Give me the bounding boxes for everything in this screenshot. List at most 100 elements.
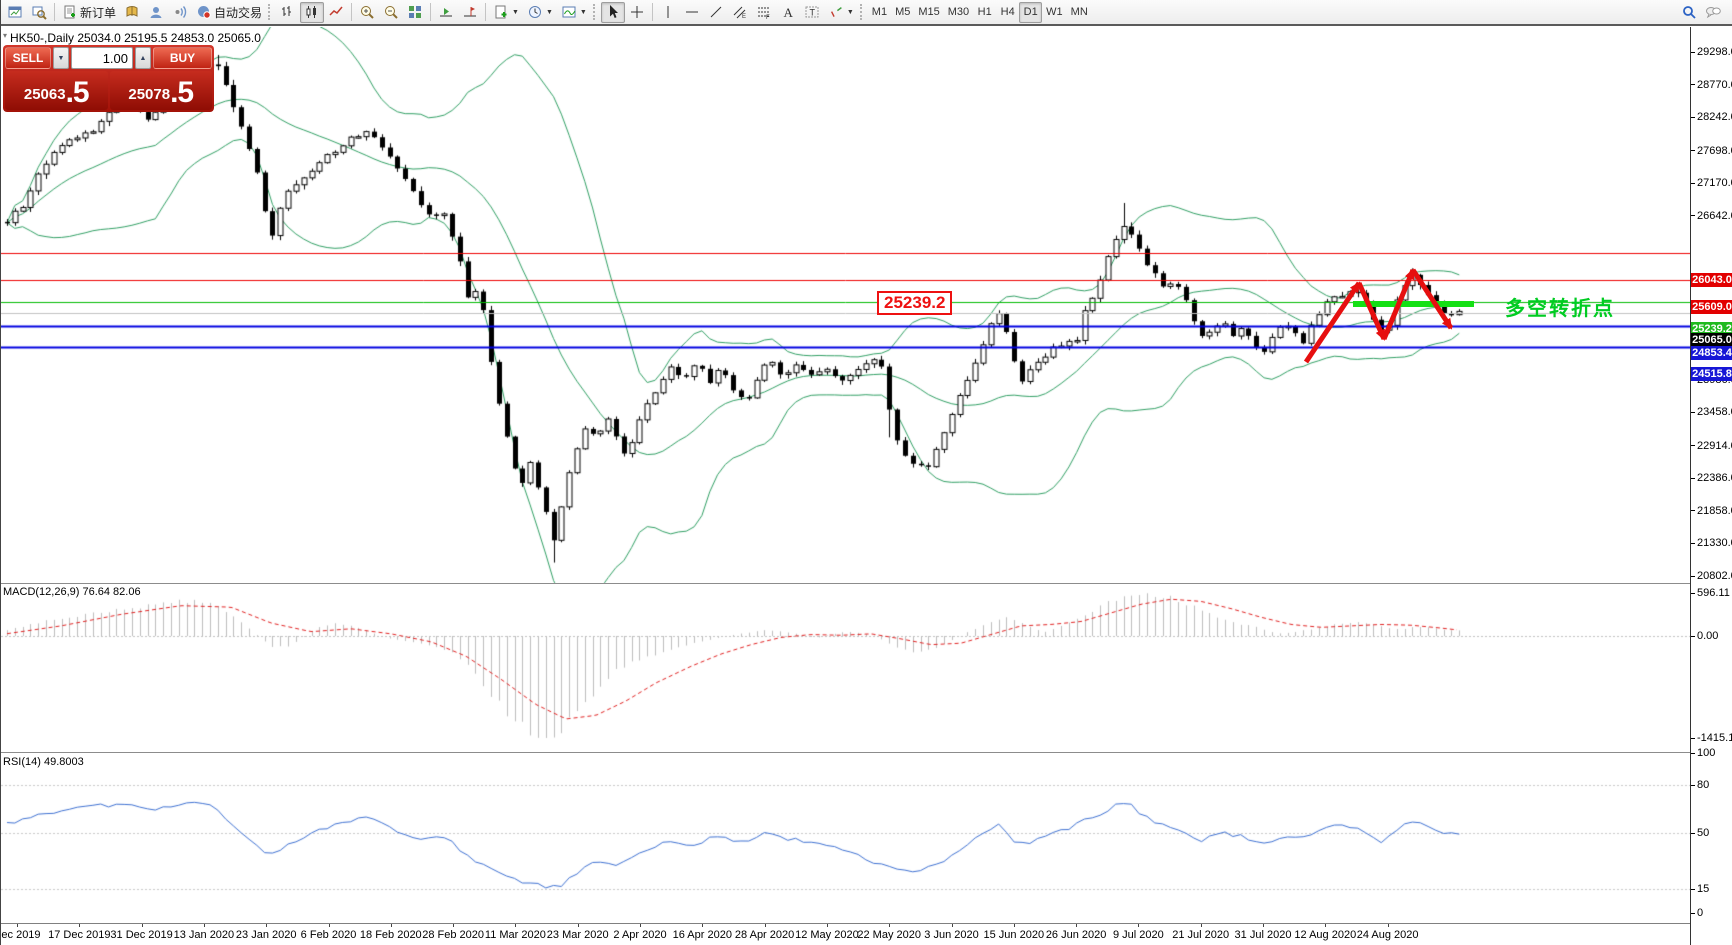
toolbar-button-cursor[interactable] bbox=[600, 1, 625, 23]
tile-icon bbox=[409, 6, 422, 18]
toolbar-grip[interactable] bbox=[268, 4, 272, 20]
date-label: 11 Mar 2020 bbox=[484, 929, 546, 941]
toolbar-separator bbox=[430, 3, 432, 21]
date-tick bbox=[577, 924, 579, 927]
date-tick bbox=[17, 924, 18, 927]
text-icon: A bbox=[783, 5, 793, 20]
toolbar-button-chat[interactable] bbox=[1701, 2, 1725, 23]
date-label: 15 Jun 2020 bbox=[983, 929, 1045, 941]
buy-price[interactable]: 25078.5 bbox=[109, 71, 212, 110]
date-label: 21 Jul 2020 bbox=[1172, 929, 1230, 941]
toolbar-button-trendline[interactable] bbox=[704, 2, 728, 23]
toolbar-button-zoom-out[interactable] bbox=[379, 2, 403, 23]
toolbar-button-crosshair[interactable] bbox=[625, 2, 649, 23]
timeframe-m30[interactable]: M30 bbox=[944, 2, 973, 23]
toolbar-button-community[interactable] bbox=[144, 2, 168, 23]
date-label: Dec 2019 bbox=[1, 929, 41, 941]
timeframe-m15[interactable]: M15 bbox=[914, 2, 943, 23]
date-label: 6 Feb 2020 bbox=[300, 929, 357, 941]
panel-divider-rsi[interactable] bbox=[1, 752, 1690, 754]
profiles-icon bbox=[32, 6, 47, 20]
history-icon bbox=[126, 6, 138, 17]
signals-icon bbox=[175, 6, 187, 18]
vline-icon bbox=[667, 6, 669, 18]
toolbar-button-autoscroll[interactable] bbox=[434, 2, 458, 23]
label-icon: T bbox=[805, 6, 819, 18]
toolbar-button-label[interactable]: T bbox=[800, 2, 824, 23]
price-level-callout[interactable]: 25239.2 bbox=[877, 291, 953, 315]
date-label: 23 Mar 2020 bbox=[546, 929, 609, 941]
toolbar-button-zoom-in[interactable] bbox=[355, 2, 379, 23]
red-zigzag-arrows[interactable] bbox=[1286, 250, 1471, 375]
axis-tick: 26642.0 bbox=[1691, 209, 1732, 223]
axis-tick: 596.11 bbox=[1691, 586, 1730, 600]
toolbar-button-profiles[interactable] bbox=[27, 2, 51, 23]
toolbar-button-indicators[interactable]: ▼ bbox=[557, 2, 591, 23]
buy-price-pips: .5 bbox=[170, 76, 194, 109]
axis-tick: 22386.0 bbox=[1691, 471, 1732, 485]
toolbar-button-hline[interactable] bbox=[680, 2, 704, 23]
sell-button[interactable]: SELL bbox=[5, 47, 51, 69]
timeframe-d1[interactable]: D1 bbox=[1019, 1, 1043, 23]
mt4-terminal: 新订单 自动交易 ▼ ▼ ▼ E F A T ▼ M1 M5 M15 M30 H1 H4 D1 W1 MN 2929… bbox=[0, 0, 1732, 945]
toolbar-button-tile[interactable] bbox=[403, 2, 427, 23]
toolbar-button-chart-shift[interactable] bbox=[458, 2, 482, 23]
date-label: 24 Aug 2020 bbox=[1356, 929, 1419, 941]
timeframe-m5[interactable]: M5 bbox=[891, 2, 914, 23]
timeframe-h4[interactable]: H4 bbox=[996, 2, 1019, 23]
toolbar-button-autotrading[interactable]: 自动交易 bbox=[192, 2, 266, 23]
svg-text:F: F bbox=[766, 15, 770, 20]
toolbar-button-period[interactable]: ▼ bbox=[523, 2, 557, 23]
timeframe-h1[interactable]: H1 bbox=[973, 2, 996, 23]
timeframe-mn[interactable]: MN bbox=[1067, 2, 1092, 23]
toolbar-button-search[interactable] bbox=[1677, 2, 1701, 23]
chart-ohlc-values: 25034.0 25195.5 24853.0 25065.0 bbox=[77, 31, 261, 45]
toolbar-separator bbox=[54, 3, 55, 21]
toolbar-button-bars[interactable] bbox=[276, 2, 300, 23]
chart-canvas[interactable] bbox=[1, 27, 1690, 923]
oneclick-collapse-icon[interactable]: ▾ bbox=[3, 31, 7, 40]
volume-down-button[interactable]: ▼ bbox=[53, 47, 69, 69]
axis-tick: 80 bbox=[1691, 778, 1709, 792]
chevron-down-icon: ▼ bbox=[512, 8, 519, 16]
date-tick bbox=[889, 924, 891, 927]
new-order-icon bbox=[64, 5, 75, 19]
date-tick bbox=[203, 924, 205, 927]
date-tick bbox=[702, 924, 704, 927]
toolbar-button-text[interactable]: A bbox=[776, 2, 800, 23]
toolbar-grip[interactable] bbox=[859, 4, 864, 20]
toolbar-button-template[interactable]: ▼ bbox=[489, 2, 523, 23]
toolbar-button-fibo[interactable]: F bbox=[752, 2, 776, 23]
zoom-in-icon bbox=[361, 6, 374, 19]
toolbar-grip[interactable] bbox=[592, 4, 597, 20]
chat-icon bbox=[1706, 7, 1721, 19]
annotation-text[interactable]: 多空转折点 bbox=[1505, 292, 1615, 321]
date-label: 31 Jul 2020 bbox=[1234, 929, 1292, 941]
toolbar-button-new-chart[interactable] bbox=[3, 2, 27, 23]
toolbar-button-arrows[interactable]: ▼ bbox=[824, 2, 858, 23]
svg-text:A: A bbox=[783, 5, 793, 20]
price-axis[interactable]: 29298.0 28770.0 28242.0 27698.0 27170.0 26642… bbox=[1690, 27, 1732, 945]
axis-tick: 23458.0 bbox=[1691, 405, 1732, 419]
timeframe-m1[interactable]: M1 bbox=[868, 2, 891, 23]
sell-price[interactable]: 25063.5 bbox=[5, 71, 108, 110]
volume-up-button[interactable]: ▲ bbox=[135, 47, 151, 69]
date-tick bbox=[266, 924, 268, 927]
toolbar-button-history[interactable] bbox=[120, 2, 144, 23]
toolbar-button-channel[interactable]: E bbox=[728, 2, 752, 23]
toolbar-button-vline[interactable] bbox=[656, 2, 680, 23]
community-icon bbox=[150, 7, 162, 18]
toolbar-button-new-order[interactable]: 新订单 bbox=[58, 2, 120, 23]
toolbar-button-signals[interactable] bbox=[168, 2, 192, 23]
date-label: 2 Apr 2020 bbox=[613, 929, 667, 941]
template-icon bbox=[495, 5, 507, 19]
timeframe-w1[interactable]: W1 bbox=[1042, 2, 1067, 23]
buy-button[interactable]: BUY bbox=[153, 47, 212, 69]
panel-divider-macd[interactable] bbox=[1, 583, 1690, 585]
toolbar-button-line[interactable] bbox=[324, 2, 348, 23]
date-axis[interactable]: Dec 2019 17 Dec 201931 Dec 201913 Jan 202… bbox=[1, 923, 1690, 945]
volume-input[interactable] bbox=[71, 47, 133, 69]
date-tick bbox=[951, 924, 953, 927]
price-level-badge: 24853.4 bbox=[1691, 346, 1732, 361]
toolbar-button-candles[interactable] bbox=[300, 1, 325, 23]
